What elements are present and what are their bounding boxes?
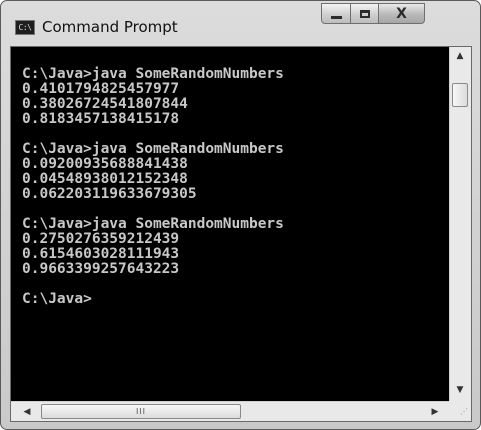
console-prompt-line: C:\Java>java SomeRandomNumbers <box>22 66 284 82</box>
minimize-button[interactable] <box>321 3 351 24</box>
console-output-line: 0.062203119633679305 <box>22 186 197 202</box>
console-output-line: 0.09200935688841438 <box>22 156 188 172</box>
minimize-icon <box>330 15 342 19</box>
console-prompt-line: C:\Java>java SomeRandomNumbers <box>22 216 284 232</box>
maximize-button[interactable] <box>351 3 379 24</box>
title-bar[interactable]: C:\ Command Prompt X <box>1 1 480 45</box>
console-output-line: 0.4101794825457977 <box>22 81 180 97</box>
console-app-icon[interactable]: C:\ <box>15 20 35 35</box>
vertical-scroll-thumb[interactable] <box>452 83 468 107</box>
scroll-down-arrow-icon[interactable]: ▼ <box>450 381 470 399</box>
scroll-left-arrow-icon[interactable]: ◀ <box>17 403 37 421</box>
console-output-line: 0.04548938012152348 <box>22 171 188 187</box>
command-prompt-window: C:\ Command Prompt X C:\Java>java SomeRa… <box>0 0 481 430</box>
resize-grip-icon[interactable]: ⋰ <box>449 401 471 421</box>
console-output-line: 0.9663399257643223 <box>22 261 180 277</box>
vertical-scrollbar[interactable]: ▲ ▼ <box>449 47 471 401</box>
grip-icon: III <box>135 407 147 416</box>
maximize-icon <box>359 9 370 18</box>
horizontal-scrollbar[interactable]: ◀ III ▶ <box>11 401 449 421</box>
scroll-up-arrow-icon[interactable]: ▲ <box>450 47 470 65</box>
console-prompt-line: C:\Java> <box>22 291 92 307</box>
console-output[interactable]: C:\Java>java SomeRandomNumbers 0.41017948… <box>11 47 449 401</box>
close-button[interactable]: X <box>379 3 425 24</box>
console-prompt-line: C:\Java>java SomeRandomNumbers <box>22 141 284 157</box>
caption-buttons: X <box>321 3 471 25</box>
console-output-line: 0.6154603028111943 <box>22 246 180 262</box>
scroll-right-arrow-icon[interactable]: ▶ <box>425 403 445 421</box>
close-icon: X <box>396 5 407 22</box>
window-title: Command Prompt <box>42 18 178 36</box>
console-output-line: 0.8183457138415178 <box>22 111 180 127</box>
console-output-line: 0.2750276359212439 <box>22 231 180 247</box>
horizontal-scroll-thumb[interactable]: III <box>41 404 241 419</box>
console-client-area: C:\Java>java SomeRandomNumbers 0.41017948… <box>10 46 472 422</box>
console-output-line: 0.38026724541807844 <box>22 96 188 112</box>
